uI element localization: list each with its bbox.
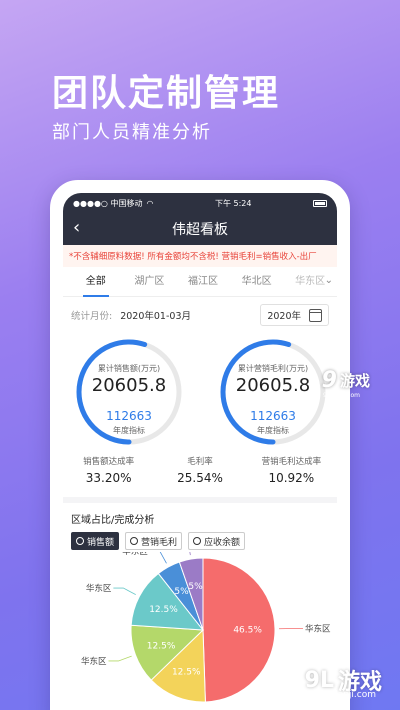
watermark-bottom-domain: 91danji.com	[320, 690, 376, 700]
pie-slice-value: 12.5%	[147, 641, 176, 651]
watermark-logo: 9	[321, 368, 337, 393]
battery-icon	[312, 199, 327, 207]
chip-margin-label: 营销毛利	[141, 537, 178, 548]
sales-gauge: 累计销售额(万元) 20605.8 112663 年度指标	[69, 337, 189, 447]
rate-sales-value: 33.20%	[85, 471, 132, 485]
calendar-icon	[309, 308, 322, 322]
wifi-icon: ◠	[146, 198, 154, 208]
sales-gauge-value: 20605.8	[91, 375, 167, 396]
chip-receivable[interactable]: 应收余额	[188, 532, 246, 550]
rate-marketing-label: 营销毛利达成率	[261, 457, 322, 467]
rate-sales: 销售额达成率 33.20%	[63, 453, 154, 493]
region-tabs: 全部 湖广区 福江区 华北区 华东区 ⌄	[63, 267, 337, 297]
rate-marketing: 营销毛利达成率 10.92%	[246, 453, 337, 493]
pie-icon	[130, 537, 139, 545]
status-time: 下午 5:24	[214, 198, 252, 208]
pie-slice-value: 46.5%	[233, 625, 262, 635]
promo-subtitle: 部门人员精准分析	[52, 122, 212, 143]
sales-gauge-target-label: 年度指标	[113, 426, 145, 435]
chip-sales[interactable]: 销售额	[71, 532, 120, 550]
watermark-top-domain: 91danji.com	[323, 392, 360, 399]
tab-fujiang[interactable]: 福江区	[176, 267, 230, 297]
tab-huabei[interactable]: 华北区	[230, 267, 284, 297]
back-icon[interactable]: ‹	[73, 217, 80, 238]
period-label: 统计月份:	[71, 311, 113, 322]
app-screen: ●●●●○ 中国移动 ◠ 下午 5:24 ‹ 伟超看板 *不含辅细原料数据! 所…	[63, 193, 337, 710]
pie-slice-value: 5%	[174, 587, 189, 597]
year-selector[interactable]: 2020年	[260, 304, 329, 326]
margin-gauge-label: 累计营销毛利(万元)	[237, 364, 309, 373]
watermark-top-text: 游戏	[339, 372, 370, 390]
status-bar: ●●●●○ 中国移动 ◠ 下午 5:24	[63, 193, 337, 213]
year-value: 2020年	[267, 311, 301, 322]
pie-slice-value: 12.5%	[149, 605, 178, 615]
chip-sales-label: 销售额	[87, 537, 115, 548]
margin-gauge: 累计营销毛利(万元) 20605.8 112663 年度指标	[213, 337, 333, 447]
pie-slice-label: 华东区	[122, 552, 148, 557]
pie-svg: 46.5%华东区12.5%12.5%华东区12.5%华东区5%华东区5%其他	[81, 552, 331, 702]
margin-gauge-target-label: 年度指标	[257, 426, 289, 435]
rate-margin-value: 25.54%	[177, 471, 223, 485]
pie-icon	[76, 537, 84, 545]
promo-title: 团队定制管理	[52, 73, 281, 114]
notice-banner: *不含辅细原料数据! 所有金额均不含税! 营销毛利=销售收入-出厂	[63, 245, 337, 267]
rate-sales-label: 销售额达成率	[83, 457, 135, 467]
pie-leader-line	[159, 552, 167, 564]
margin-gauge-value: 20605.8	[235, 375, 311, 396]
pie-slice-label: 华东区	[305, 623, 331, 634]
pie-leader-line	[113, 587, 136, 595]
pie-slice-value: 5%	[188, 582, 203, 592]
rates-row: 销售额达成率 33.20% 毛利率 25.54% 营销毛利达成率 10.92%	[63, 453, 337, 493]
sales-gauge-label: 累计销售额(万元)	[97, 364, 161, 373]
pie-leader-line	[108, 655, 132, 662]
metric-chips: 销售额 营销毛利 应收余额	[63, 530, 337, 552]
gauges-area: 累计销售额(万元) 20605.8 112663 年度指标 累计营销毛利(万元)…	[63, 333, 337, 453]
period-row: 统计月份: 2020年01-03月 2020年	[63, 297, 337, 333]
rate-margin-label: 毛利率	[187, 457, 213, 467]
page-title: 伟超看板	[172, 222, 228, 238]
pie-slice-value: 12.5%	[172, 667, 201, 677]
phone-frame: ●●●●○ 中国移动 ◠ 下午 5:24 ‹ 伟超看板 *不含辅细原料数据! 所…	[50, 180, 350, 710]
rate-marketing-value: 10.92%	[268, 471, 315, 485]
sales-gauge-target: 112663	[106, 409, 152, 423]
carrier-text: ●●●●○ 中国移动	[73, 198, 143, 208]
section-title: 区域占比/完成分析	[71, 515, 155, 526]
nav-bar: ‹ 伟超看板	[63, 213, 337, 245]
tab-all[interactable]: 全部	[69, 267, 123, 297]
pie-slice-label: 华东区	[81, 656, 107, 667]
pie-leader-line	[189, 552, 191, 556]
watermark-top: 9 游戏	[322, 368, 370, 393]
chip-receivable-label: 应收余额	[204, 537, 241, 548]
chevron-down-icon[interactable]: ⌄	[325, 275, 333, 286]
rate-margin: 毛利率 25.54%	[154, 453, 245, 493]
tab-huguang[interactable]: 湖广区	[123, 267, 177, 297]
pie-chart: 46.5%华东区12.5%12.5%华东区12.5%华东区5%华东区5%其他	[63, 552, 337, 702]
period-value: 2020年01-03月	[120, 311, 191, 322]
watermark-bottom-logo: 9L	[304, 667, 334, 693]
chip-margin[interactable]: 营销毛利	[125, 532, 183, 550]
receipt-icon	[193, 537, 202, 545]
pie-slice-label: 华东区	[86, 583, 112, 594]
margin-gauge-target: 112663	[250, 409, 296, 423]
